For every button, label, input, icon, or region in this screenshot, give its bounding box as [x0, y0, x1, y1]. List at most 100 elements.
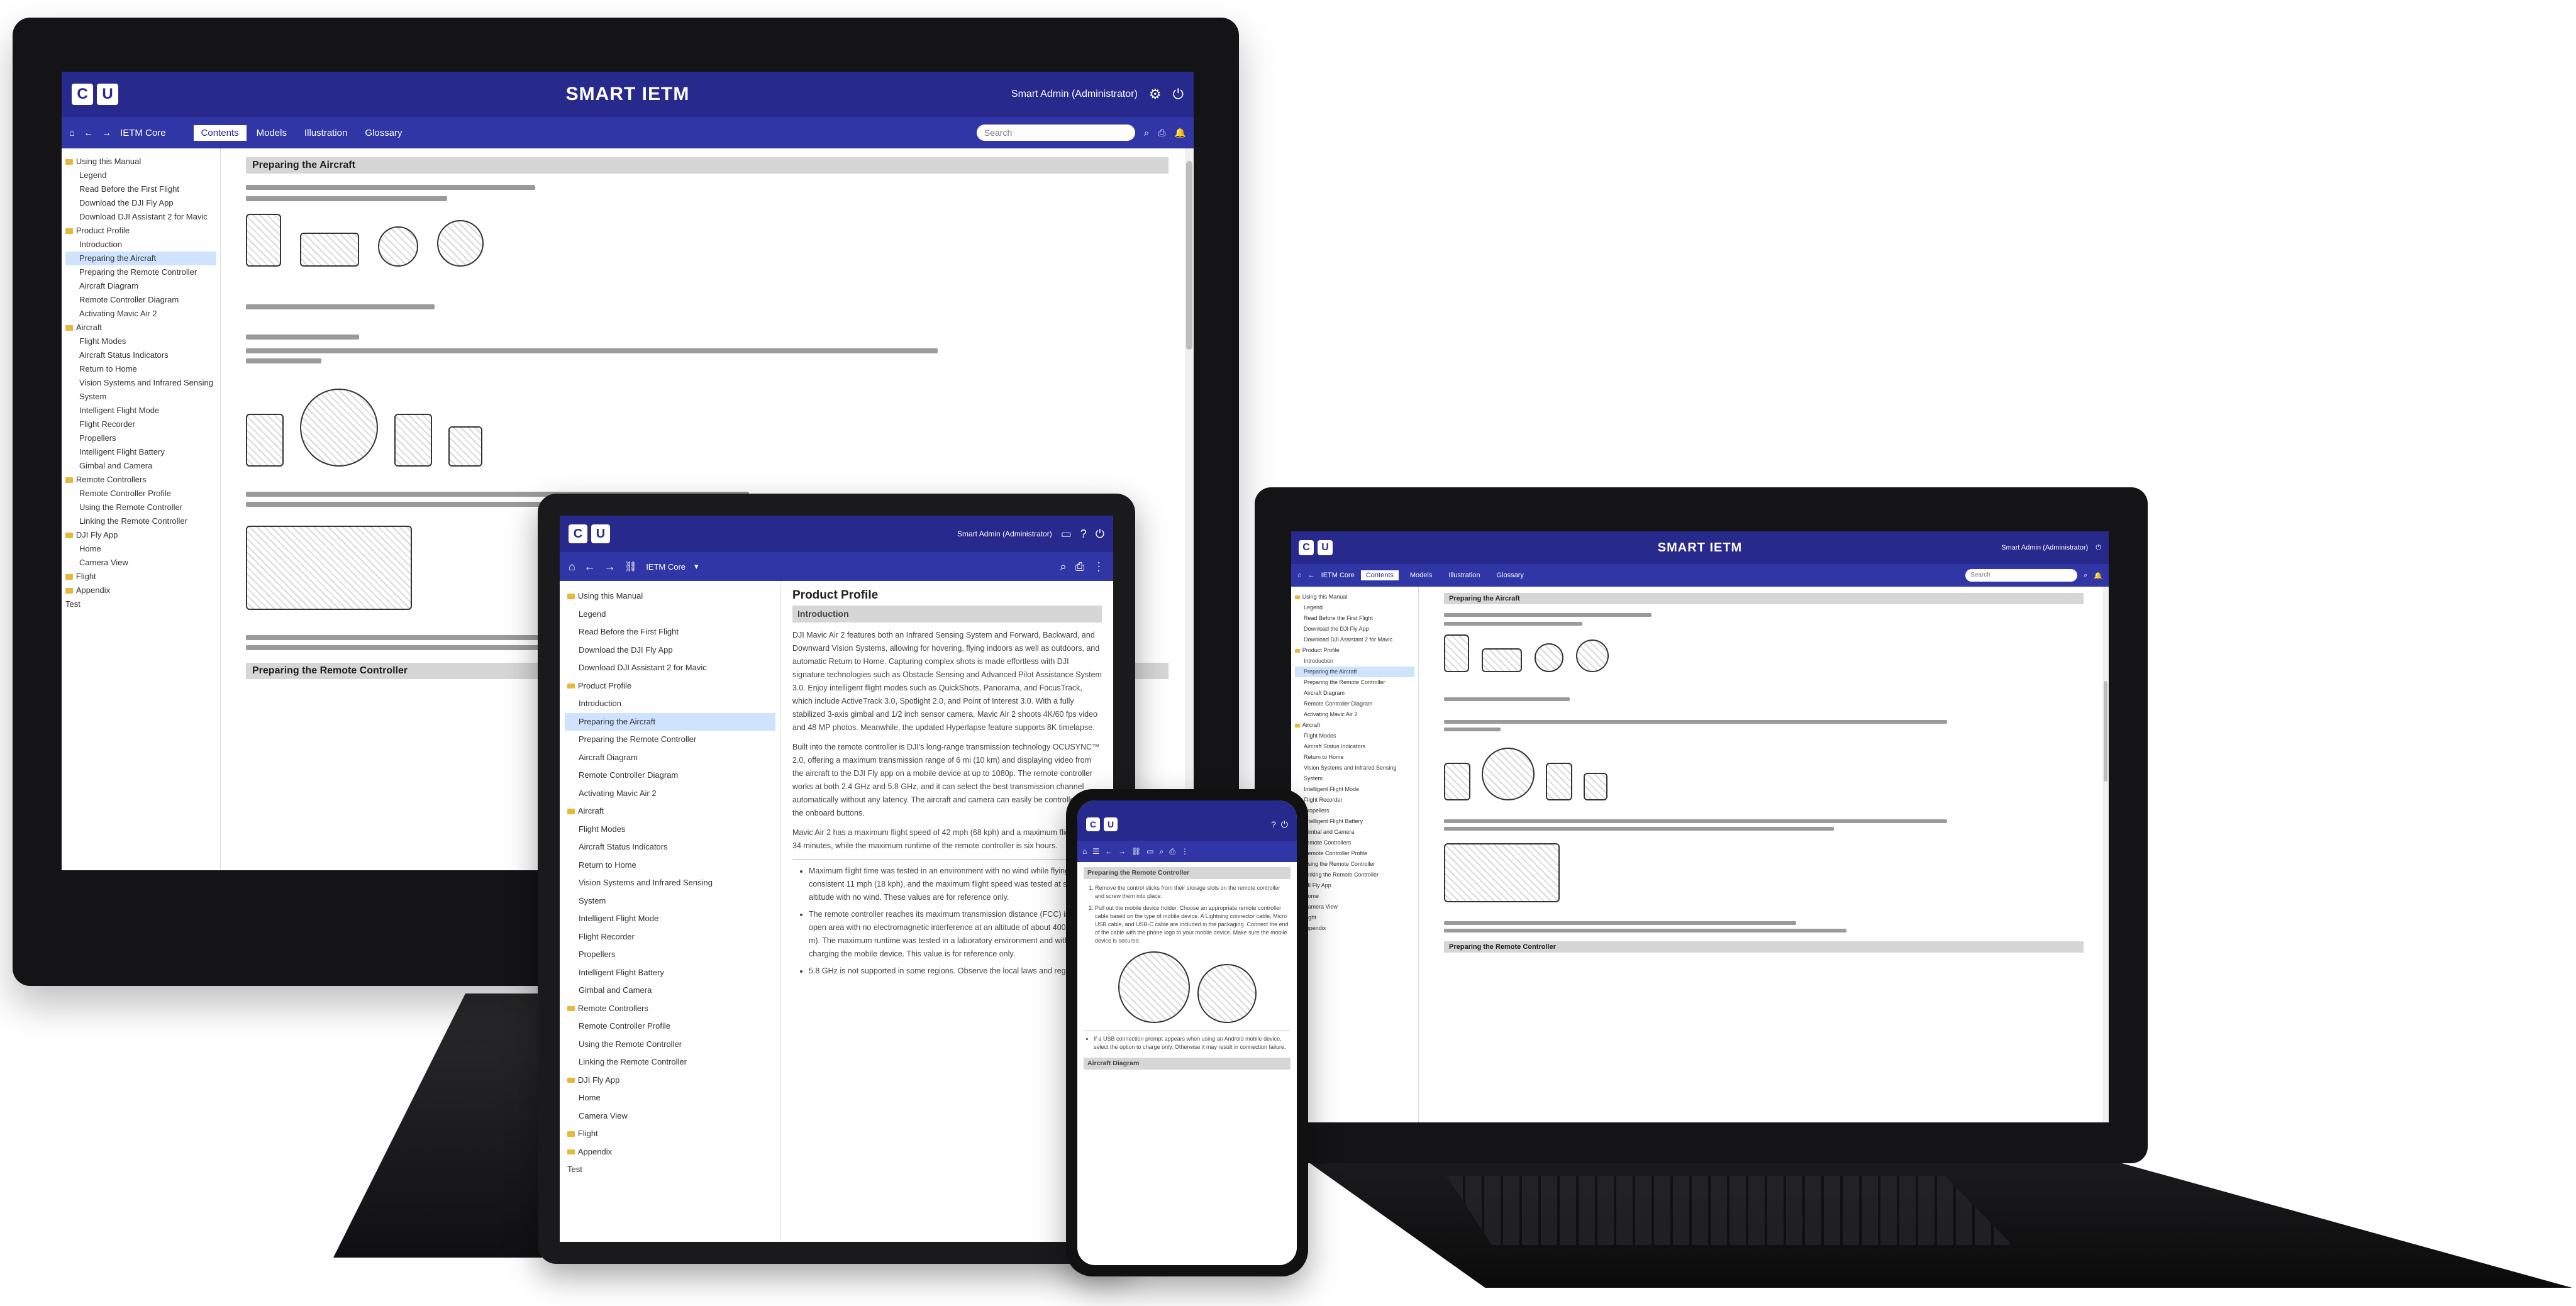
search-icon[interactable]: ⌕ — [2084, 572, 2087, 580]
scrollbar[interactable] — [2102, 587, 2109, 1122]
sidebar-item[interactable]: Remote Controller Diagram — [565, 766, 775, 785]
home-icon[interactable]: ⌂ — [1297, 572, 1302, 579]
sidebar-item[interactable]: Aircraft — [65, 321, 216, 335]
sidebar-item[interactable]: Return to Home — [65, 362, 216, 376]
sidebar-item[interactable]: Download the DJI Fly App — [565, 641, 775, 660]
power-icon[interactable]: ⏻ — [1281, 819, 1288, 830]
home-icon[interactable]: ⌂ — [1082, 847, 1087, 856]
sidebar-item[interactable]: Linking the Remote Controller — [565, 1053, 775, 1071]
home-icon[interactable]: ⌂ — [569, 560, 575, 573]
sidebar-item[interactable]: Appendix — [65, 584, 216, 597]
sidebar-item[interactable]: Product Profile — [565, 677, 775, 695]
sidebar-item[interactable]: Camera View — [1295, 902, 1414, 912]
sidebar-item[interactable]: Intelligent Flight Mode — [65, 404, 216, 418]
sidebar-item[interactable]: Intelligent Flight Battery — [565, 964, 775, 982]
back-icon[interactable]: ← — [1105, 847, 1113, 856]
sidebar-item[interactable]: Introduction — [1295, 656, 1414, 667]
notification-icon[interactable]: 🔔 — [1174, 127, 1186, 138]
sidebar-item[interactable]: DJI Fly App — [1295, 880, 1414, 891]
sidebar-item[interactable]: Using the Remote Controller — [565, 1036, 775, 1054]
forward-icon[interactable]: → — [102, 128, 111, 138]
sidebar-item[interactable]: Download DJI Assistant 2 for Mavic — [1295, 634, 1414, 645]
user-name[interactable]: Smart Admin (Administrator) — [1011, 89, 1138, 100]
sidebar-item[interactable]: Aircraft Status Indicators — [565, 838, 775, 856]
search-input[interactable]: Search — [976, 125, 1135, 141]
sidebar-item[interactable]: Remote Controller Diagram — [1295, 699, 1414, 709]
sidebar-item[interactable]: Legend — [565, 606, 775, 624]
sidebar-item[interactable]: System — [565, 892, 775, 910]
user-name[interactable]: Smart Admin (Administrator) — [957, 529, 1052, 538]
sidebar-item[interactable]: Remote Controller Profile — [1295, 848, 1414, 859]
sidebar-item[interactable]: Test — [65, 597, 216, 611]
sidebar-item[interactable]: System — [65, 390, 216, 404]
app-logo[interactable]: C U — [569, 524, 610, 543]
sidebar-item[interactable]: Return to Home — [1295, 752, 1414, 763]
sidebar-item[interactable]: Activating Mavic Air 2 — [1295, 709, 1414, 720]
sidebar-item[interactable]: Read Before the First Flight — [65, 182, 216, 196]
sidebar-item[interactable]: Remote Controller Profile — [65, 487, 216, 501]
search-icon[interactable]: ⌕ — [1144, 128, 1149, 138]
sidebar-item[interactable]: Using this Manual — [565, 587, 775, 606]
forward-icon[interactable]: → — [604, 560, 616, 573]
sidebar-item[interactable]: Remote Controllers — [65, 473, 216, 487]
sidebar-item[interactable]: Flight — [65, 570, 216, 584]
tab-contents[interactable]: Contents — [193, 125, 247, 141]
back-icon[interactable]: ← — [1308, 572, 1315, 579]
settings-icon[interactable]: ⚙ — [1149, 86, 1162, 102]
sidebar-item[interactable]: System — [1295, 773, 1414, 784]
link-icon[interactable]: ⛓ — [625, 560, 637, 573]
sidebar-item[interactable]: Appendix — [565, 1143, 775, 1161]
sidebar-item[interactable]: Flight Recorder — [1295, 795, 1414, 805]
sidebar-item[interactable]: Activating Mavic Air 2 — [565, 785, 775, 803]
scrollbar[interactable] — [1185, 148, 1194, 870]
sidebar-item-selected[interactable]: Preparing the Aircraft — [65, 252, 216, 265]
sidebar-item[interactable]: Linking the Remote Controller — [65, 514, 216, 528]
print-icon[interactable]: ⎙ — [1075, 560, 1084, 573]
sidebar-item[interactable]: Aircraft Diagram — [1295, 688, 1414, 699]
sidebar-item[interactable]: Gimbal and Camera — [65, 459, 216, 473]
sidebar-item[interactable]: Aircraft Diagram — [565, 749, 775, 767]
sidebar-item[interactable]: Activating Mavic Air 2 — [65, 307, 216, 321]
sidebar-item[interactable]: Preparing the Remote Controller — [565, 731, 775, 749]
app-logo[interactable]: C U — [1299, 540, 1333, 555]
tab-contents[interactable]: Contents — [1360, 570, 1399, 580]
sidebar-item[interactable]: Download the DJI Fly App — [65, 196, 216, 210]
sidebar-item[interactable]: Vision Systems and Infrared Sensing — [65, 376, 216, 390]
tab-illustration[interactable]: Illustration — [297, 125, 355, 141]
sidebar-item[interactable]: Product Profile — [1295, 645, 1414, 656]
sidebar-item[interactable]: DJI Fly App — [65, 528, 216, 542]
sidebar-item[interactable]: Read Before the First Flight — [1295, 613, 1414, 624]
back-icon[interactable]: ← — [84, 128, 93, 138]
app-logo[interactable]: C U — [1086, 817, 1118, 831]
sidebar-item[interactable]: Appendix — [1295, 923, 1414, 934]
tab-glossary[interactable]: Glossary — [1491, 570, 1528, 580]
sidebar-item[interactable]: Flight Modes — [1295, 731, 1414, 741]
more-icon[interactable]: ⋮ — [1181, 847, 1189, 856]
sidebar-item[interactable]: Preparing the Remote Controller — [1295, 677, 1414, 688]
sidebar-item[interactable]: Aircraft Diagram — [65, 279, 216, 293]
forward-icon[interactable]: → — [1118, 847, 1126, 856]
sidebar-item[interactable]: Home — [65, 542, 216, 556]
sidebar-item[interactable]: Intelligent Flight Mode — [1295, 784, 1414, 795]
sidebar-item[interactable]: DJI Fly App — [565, 1071, 775, 1090]
sidebar-item[interactable]: Introduction — [565, 695, 775, 713]
notification-icon[interactable]: 🔔 — [2094, 572, 2102, 580]
sidebar-item[interactable]: Test — [1295, 934, 1414, 944]
home-icon[interactable]: ⌂ — [69, 128, 75, 138]
sidebar-item[interactable]: Linking the Remote Controller — [1295, 870, 1414, 880]
sidebar-item[interactable]: Propellers — [65, 431, 216, 445]
power-icon[interactable]: ⏻ — [2096, 544, 2101, 552]
search-icon[interactable]: ⌕ — [1060, 560, 1067, 573]
app-logo[interactable]: C U — [72, 84, 118, 105]
sidebar-item[interactable]: Flight — [1295, 912, 1414, 923]
sidebar-item[interactable]: Read Before the First Flight — [565, 623, 775, 641]
sidebar-item[interactable]: Download DJI Assistant 2 for Mavic — [565, 659, 775, 677]
tab-models[interactable]: Models — [249, 125, 294, 141]
sidebar-item[interactable]: Remote Controller Profile — [565, 1017, 775, 1036]
tab-models[interactable]: Models — [1405, 570, 1437, 580]
tab-illustration[interactable]: Illustration — [1443, 570, 1485, 580]
link-icon[interactable]: ⛓ — [1131, 847, 1141, 856]
sidebar-item[interactable]: Download the DJI Fly App — [1295, 624, 1414, 634]
sidebar-item[interactable]: Gimbal and Camera — [1295, 827, 1414, 838]
sidebar-item[interactable]: Intelligent Flight Battery — [1295, 816, 1414, 827]
